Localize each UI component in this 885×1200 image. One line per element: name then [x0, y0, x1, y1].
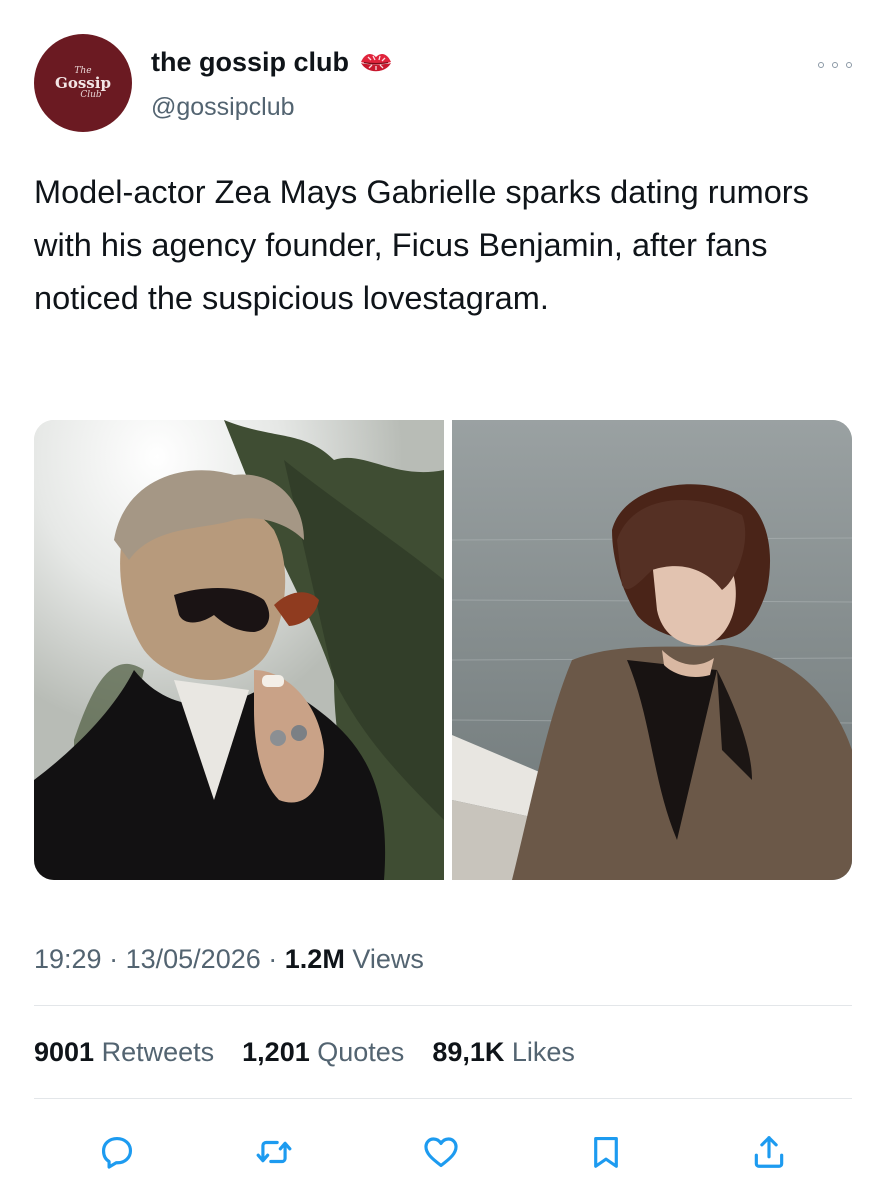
photo-left[interactable]: [34, 420, 444, 880]
reply-button[interactable]: [89, 1124, 145, 1180]
views-count: 1.2M: [284, 944, 345, 974]
quotes-count: 1,201: [242, 1037, 310, 1067]
media-gap: [444, 420, 452, 880]
photo-right[interactable]: [452, 420, 852, 880]
meta-separator: ·: [268, 944, 278, 974]
kiss-lips-icon: [359, 50, 393, 76]
retweets-stat[interactable]: 9001 Retweets: [34, 1037, 214, 1068]
tweet-text: Model-actor Zea Mays Gabrielle sparks da…: [34, 174, 809, 316]
tweet-meta: 19:29 · 13/05/2026 · 1.2M Views: [34, 944, 424, 975]
likes-stat[interactable]: 89,1K Likes: [432, 1037, 575, 1068]
engagement-stats: 9001 Retweets 1,201 Quotes 89,1K Likes: [34, 1037, 603, 1068]
display-name-text: the gossip club: [151, 47, 350, 77]
likes-count: 89,1K: [432, 1037, 505, 1067]
tweet-card: The Gossip Club the gossip club @gossipc…: [0, 0, 885, 1200]
like-button[interactable]: [413, 1124, 469, 1180]
handle[interactable]: @gossipclub: [151, 93, 295, 122]
display-name[interactable]: the gossip club: [151, 47, 393, 78]
likes-label: Likes: [511, 1037, 575, 1067]
retweets-count: 9001: [34, 1037, 95, 1067]
share-button[interactable]: [741, 1124, 797, 1180]
media-grid[interactable]: [34, 420, 852, 880]
avatar-logo-bottom: Club: [80, 89, 102, 100]
divider: [34, 1005, 852, 1006]
avatar[interactable]: The Gossip Club: [34, 34, 132, 132]
bookmark-button[interactable]: [578, 1124, 634, 1180]
quotes-label: Quotes: [317, 1037, 405, 1067]
more-options-icon[interactable]: [818, 58, 852, 72]
tweet-date[interactable]: 13/05/2026: [126, 944, 261, 974]
retweet-icon: [256, 1140, 292, 1164]
like-icon: [424, 1137, 458, 1168]
views-label: Views: [352, 944, 424, 974]
tweet-time[interactable]: 19:29: [34, 944, 102, 974]
action-bar: [0, 1124, 885, 1180]
retweet-button[interactable]: [246, 1124, 302, 1180]
divider: [34, 1098, 852, 1099]
retweets-label: Retweets: [101, 1037, 215, 1067]
quotes-stat[interactable]: 1,201 Quotes: [242, 1037, 404, 1068]
avatar-logo-main: Gossip: [55, 73, 111, 92]
meta-separator: ·: [109, 944, 119, 974]
reply-icon: [101, 1136, 133, 1169]
bookmark-icon: [594, 1136, 618, 1168]
share-icon: [754, 1136, 784, 1168]
